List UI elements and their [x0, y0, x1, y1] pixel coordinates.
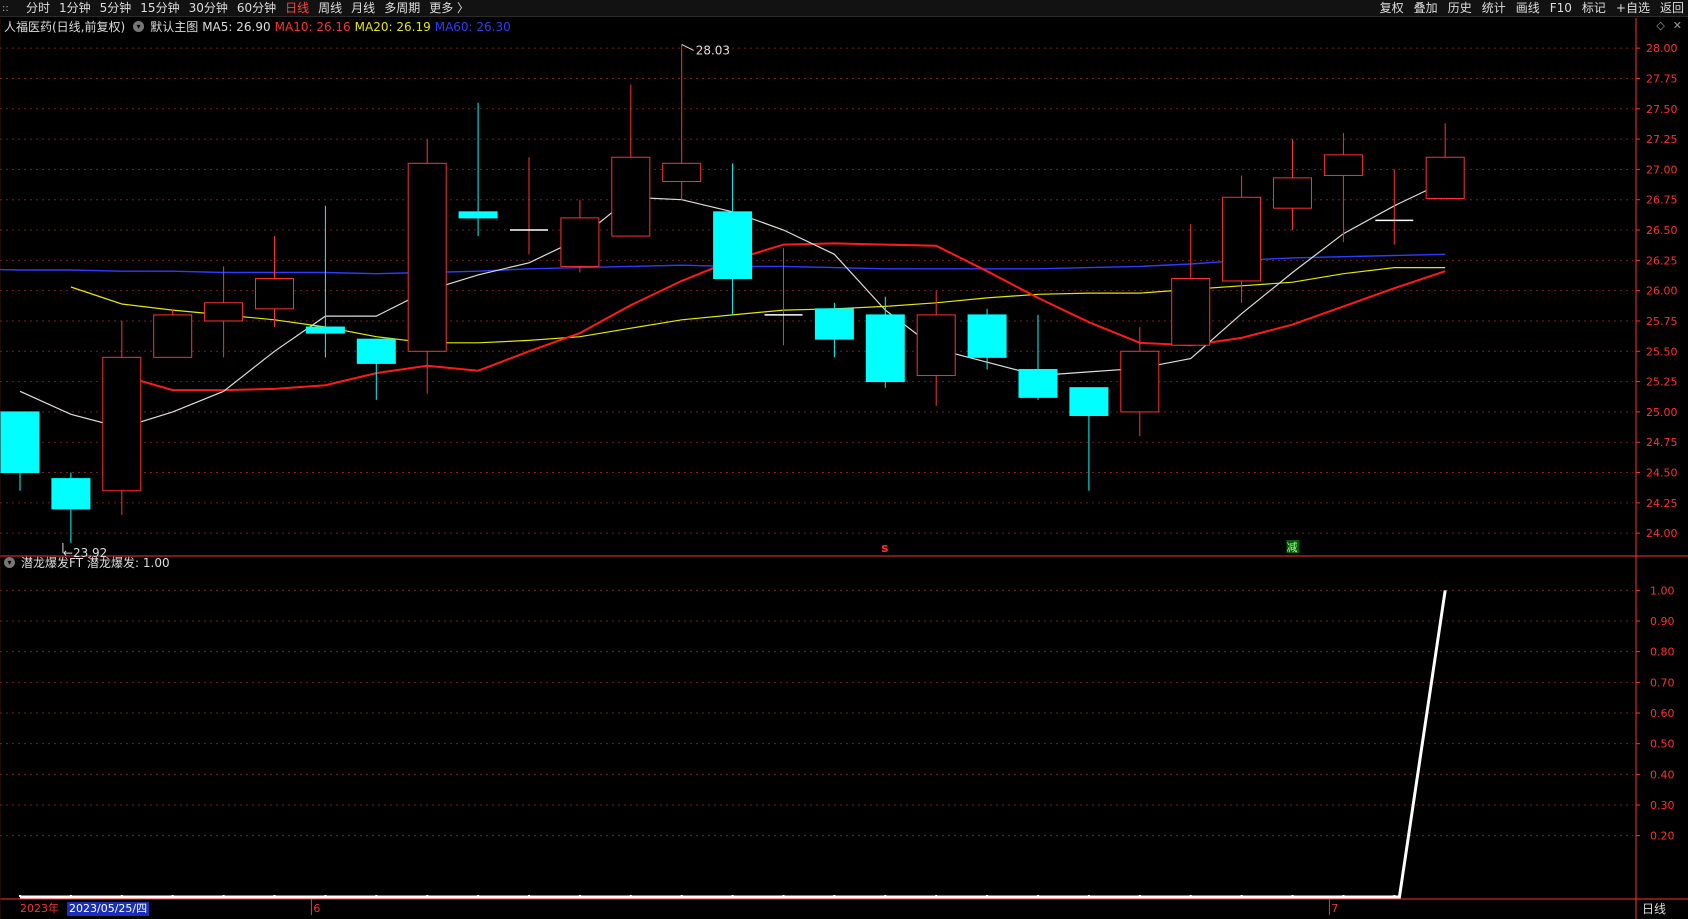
candle-up — [1273, 177, 1312, 209]
price-tick-label: 26.00 — [1646, 285, 1678, 298]
candle-up — [1323, 154, 1363, 176]
bottom-period-button[interactable]: 日线 — [1642, 902, 1666, 916]
candle-up — [407, 162, 447, 352]
sell-signal-marker: s — [881, 541, 888, 555]
indicator-tick-label: 0.80 — [1650, 646, 1675, 659]
price-tick-label: 24.00 — [1646, 527, 1678, 540]
candle-down — [51, 478, 91, 510]
price-tick-label: 24.50 — [1646, 467, 1678, 480]
price-tick-label: 24.75 — [1646, 436, 1678, 449]
year-label: 2023年 — [20, 902, 59, 915]
price-tick-label: 26.25 — [1646, 254, 1678, 267]
high-marker — [681, 44, 694, 51]
candle-down — [0, 411, 40, 474]
candle-down — [305, 326, 345, 334]
price-tick-label: 25.00 — [1646, 406, 1678, 419]
stock-chart-app: :: 分时 1分钟 5分钟 15分钟 30分钟 60分钟 日线 周线 月线 多周期 更多 〉 复权叠… — [0, 0, 1688, 919]
sub-chart-legend: ▾ 潜龙爆发FT 潜龙爆发: 1.00 — [0, 555, 170, 571]
indicator-tick-label: 0.20 — [1650, 830, 1675, 843]
candle-down — [967, 314, 1007, 358]
price-tick-label: 26.50 — [1646, 224, 1678, 237]
price-tick-label: 27.00 — [1646, 163, 1678, 176]
candle-up — [204, 302, 244, 322]
indicator-toggle-icon[interactable]: ▾ — [4, 557, 15, 568]
price-tick-label: 26.75 — [1646, 194, 1678, 207]
high-price-label: 28.03 — [696, 43, 730, 57]
candle-up — [1120, 350, 1160, 413]
candle-down — [1018, 368, 1058, 398]
candle-down — [1069, 387, 1109, 417]
candle-up — [611, 156, 651, 237]
candle-down — [814, 308, 854, 340]
indicator-tick-label: 0.70 — [1650, 676, 1675, 689]
indicator-tick-label: 0.60 — [1650, 707, 1675, 720]
candle-up — [662, 162, 702, 183]
candle-up — [916, 314, 956, 377]
price-tick-label: 24.25 — [1646, 497, 1678, 510]
indicator-tick-label: 1.00 — [1650, 584, 1675, 597]
candle-down — [458, 211, 498, 219]
candle-up — [255, 278, 294, 310]
price-tick-label: 27.25 — [1646, 133, 1678, 146]
price-tick-label: 25.75 — [1646, 315, 1678, 328]
candle-up — [153, 314, 193, 358]
kline-chart[interactable]: 28.00 27.75 27.50 27.25 27.00 26.75 26.50 26.25… — [0, 0, 1688, 919]
candle-up — [1425, 156, 1465, 199]
indicator-tick-label: 0.30 — [1650, 799, 1675, 812]
indicator-tick-label: 0.90 — [1650, 615, 1675, 628]
price-tick-label: 28.00 — [1646, 42, 1678, 55]
month-6-label: 6 — [313, 902, 320, 915]
candle-down — [356, 338, 396, 364]
candle-up — [1171, 278, 1211, 346]
indicator-tick-label: 0.40 — [1650, 768, 1675, 781]
candle-up — [560, 217, 600, 267]
price-tick-label: 25.50 — [1646, 345, 1678, 358]
candle-down — [713, 211, 753, 280]
price-tick-label: 27.75 — [1646, 72, 1678, 85]
candle-up — [1222, 196, 1262, 282]
month-7-label: 7 — [1331, 902, 1338, 915]
price-tick-label: 25.25 — [1646, 376, 1678, 389]
indicator-name[interactable]: 潜龙爆发FT — [21, 555, 83, 571]
indicator-value: 潜龙爆发: 1.00 — [87, 556, 170, 570]
reduce-signal-marker: 减 — [1287, 541, 1298, 554]
candle-down — [865, 314, 905, 383]
price-tick-label: 27.50 — [1646, 103, 1678, 116]
indicator-tick-label: 0.50 — [1650, 738, 1675, 751]
candle-up — [102, 356, 142, 492]
selected-date: 2023/05/25/四 — [67, 902, 150, 916]
